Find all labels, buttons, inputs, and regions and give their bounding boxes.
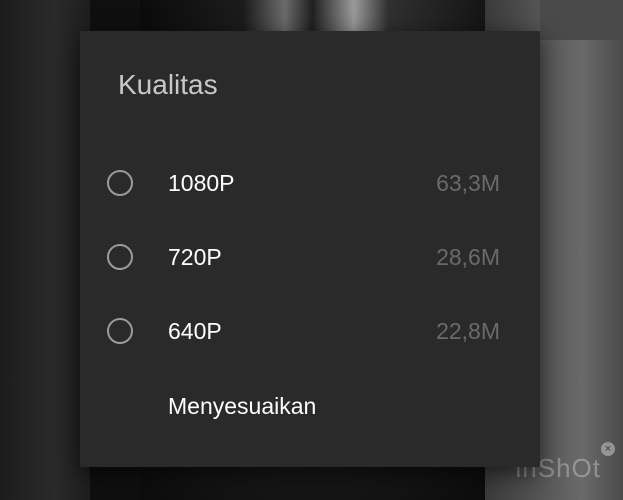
video-preview-screen: inShOt × Kualitas 1080P 63,3M 720P 28,6M…	[0, 0, 623, 500]
radio-button[interactable]	[107, 244, 133, 270]
radio-button[interactable]	[107, 170, 133, 196]
option-label: 1080P	[168, 170, 235, 196]
radio-button[interactable]	[107, 318, 133, 344]
option-label: 640P	[168, 318, 222, 344]
video-backdrop-left	[0, 0, 90, 500]
option-label: 720P	[168, 244, 222, 270]
option-file-size: 63,3M	[436, 170, 500, 196]
option-file-size: 28,6M	[436, 244, 500, 270]
video-frame-top	[140, 0, 485, 34]
dialog-title: Kualitas	[118, 69, 218, 100]
custom-quality-button[interactable]: Menyesuaikan	[168, 393, 316, 420]
video-backdrop-right-top	[540, 0, 623, 40]
close-icon[interactable]: ×	[601, 442, 615, 456]
option-file-size: 22,8M	[436, 318, 500, 344]
quality-option-1080p[interactable]: 1080P 63,3M	[80, 158, 540, 214]
quality-dialog: Kualitas 1080P 63,3M 720P 28,6M 640P 22,…	[80, 31, 540, 467]
quality-option-720p[interactable]: 720P 28,6M	[80, 232, 540, 288]
quality-option-640p[interactable]: 640P 22,8M	[80, 306, 540, 362]
